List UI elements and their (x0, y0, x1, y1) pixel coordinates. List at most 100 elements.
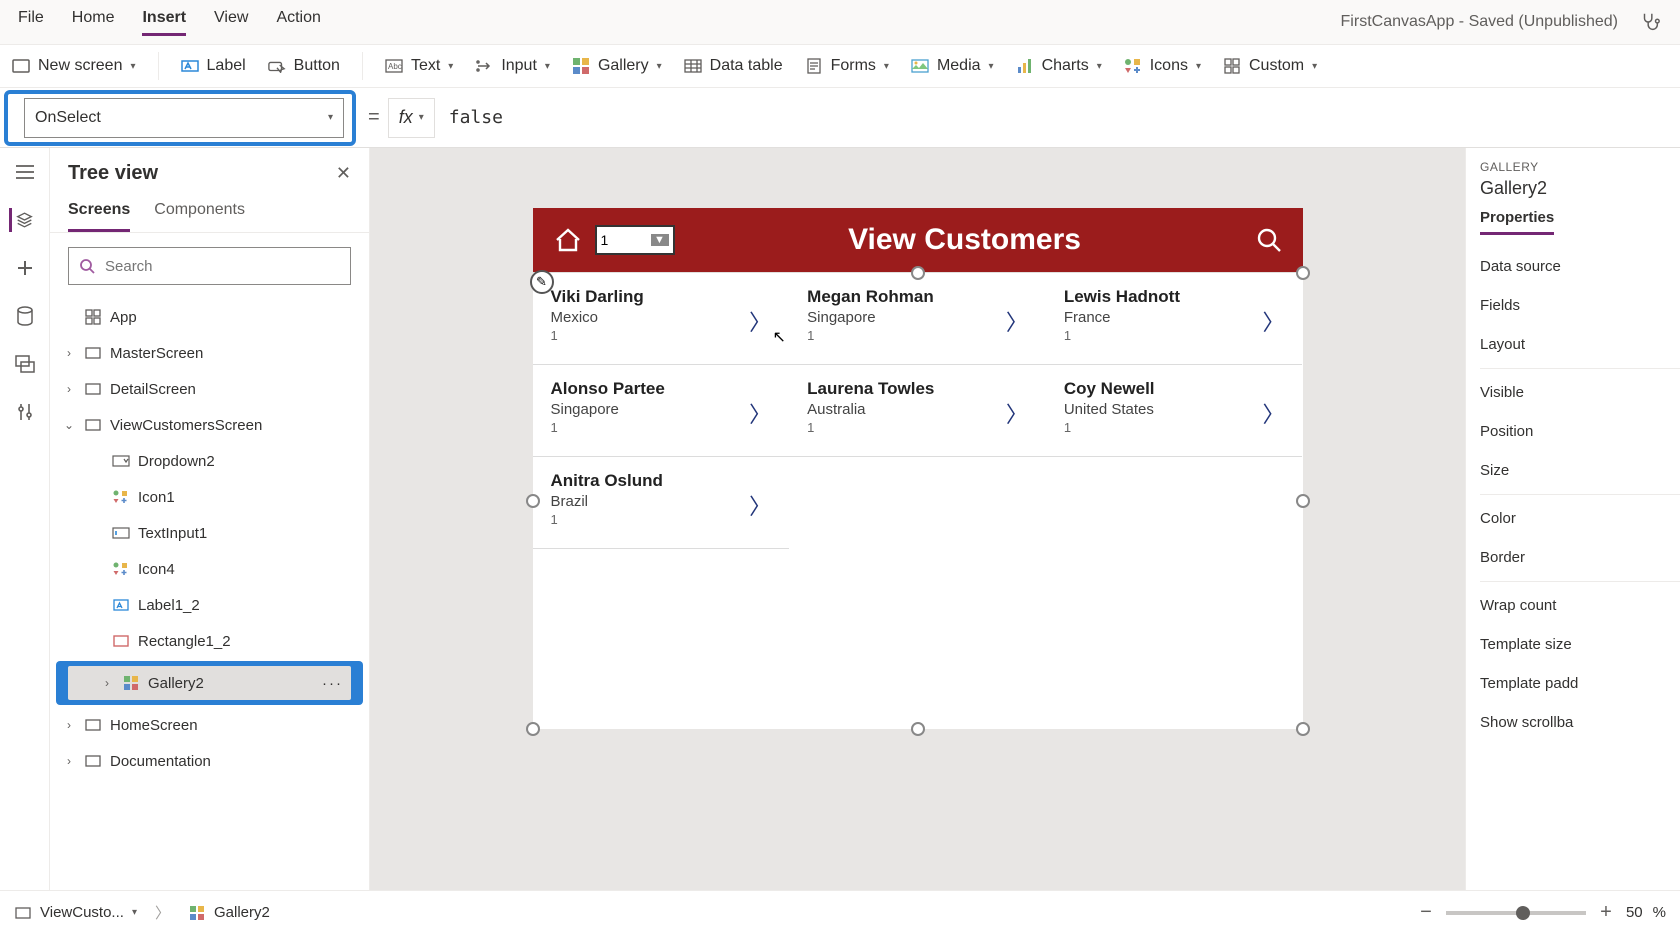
chevron-right-icon[interactable]: 〉 (749, 305, 771, 337)
tree-item[interactable]: Icon1 (50, 479, 369, 515)
chevron-right-icon[interactable]: 〉 (1262, 397, 1284, 429)
props-tab-properties[interactable]: Properties (1480, 209, 1554, 235)
property-row[interactable]: Color (1480, 499, 1680, 538)
property-row[interactable]: Visible (1480, 373, 1680, 412)
tree-item[interactable]: Dropdown2 (50, 443, 369, 479)
menu-home[interactable]: Home (72, 9, 115, 36)
customer-country: France (1064, 309, 1285, 326)
more-icon[interactable]: ··· (322, 675, 343, 692)
tree-item[interactable]: TextInput1 (50, 515, 369, 551)
tree-app-node[interactable]: App (50, 299, 369, 335)
property-row[interactable]: Wrap count (1480, 586, 1680, 625)
breadcrumb-selection[interactable]: Gallery2 (188, 904, 270, 921)
tree-item[interactable]: ›HomeScreen (50, 707, 369, 743)
property-row[interactable]: Data source (1480, 247, 1680, 286)
dropdown-control[interactable]: 1 ▼ (595, 225, 675, 255)
cursor-icon: ↖ (773, 327, 786, 347)
chevron-right-icon[interactable]: 〉 (749, 397, 771, 429)
gallery-item[interactable]: Laurena TowlesAustralia1〉 (789, 365, 1046, 457)
tree-item[interactable]: Rectangle1_2 (50, 623, 369, 659)
zoom-slider[interactable] (1446, 911, 1586, 915)
property-row[interactable]: Template size (1480, 625, 1680, 664)
resize-handle[interactable] (1296, 494, 1310, 508)
gallery-item[interactable]: Viki DarlingMexico1〉 (533, 273, 790, 365)
menu-file[interactable]: File (18, 9, 44, 36)
property-row[interactable]: Template padd (1480, 664, 1680, 703)
property-row[interactable]: Show scrollba (1480, 703, 1680, 742)
tree-item[interactable]: ›Documentation (50, 743, 369, 779)
rail-data-icon[interactable] (13, 304, 37, 328)
chevron-right-icon[interactable]: 〉 (749, 489, 771, 521)
rail-advanced-icon[interactable] (13, 400, 37, 424)
tree-search-box[interactable] (68, 247, 351, 285)
selection-badge[interactable]: ✎ (530, 270, 554, 294)
breadcrumb-screen[interactable]: ViewCusto... ▾ (14, 904, 137, 921)
gallery-item[interactable]: Megan RohmanSingapore1〉 (789, 273, 1046, 365)
tab-components[interactable]: Components (154, 191, 245, 232)
tree-item[interactable]: ›DetailScreen (50, 371, 369, 407)
resize-handle[interactable] (1296, 266, 1310, 280)
canvas-area[interactable]: 1 ▼ View Customers Viki DarlingMexico1〉M… (370, 148, 1465, 890)
resize-handle[interactable] (526, 494, 540, 508)
property-row[interactable]: Border (1480, 538, 1680, 577)
chevron-right-icon[interactable]: 〉 (1262, 305, 1284, 337)
gallery-menu[interactable]: Gallery▾ (572, 57, 662, 75)
property-row[interactable]: Layout (1480, 325, 1680, 364)
gallery-item[interactable]: Coy NewellUnited States1〉 (1046, 365, 1303, 457)
rail-insert-icon[interactable] (13, 256, 37, 280)
property-row[interactable]: Fields (1480, 286, 1680, 325)
icons-icon (1124, 57, 1142, 75)
property-row[interactable]: Position (1480, 412, 1680, 451)
separator (1480, 494, 1680, 495)
icons-menu[interactable]: Icons▾ (1124, 57, 1201, 75)
zoom-out-button[interactable]: − (1416, 901, 1436, 924)
button-button[interactable]: Button (268, 57, 340, 75)
customer-number: 1 (551, 420, 772, 435)
search-icon[interactable] (1255, 226, 1283, 254)
menu-insert[interactable]: Insert (142, 9, 186, 36)
tab-screens[interactable]: Screens (68, 191, 130, 232)
resize-handle[interactable] (911, 266, 925, 280)
rail-hamburger-icon[interactable] (13, 160, 37, 184)
fx-button[interactable]: fx▾ (388, 98, 435, 138)
customer-number: 1 (1064, 420, 1285, 435)
property-selector[interactable]: OnSelect ▾ (24, 98, 344, 138)
media-menu[interactable]: Media▾ (911, 57, 994, 75)
data-table-button[interactable]: Data table (684, 57, 783, 75)
tree-search-input[interactable] (105, 258, 340, 275)
input-menu[interactable]: Input▾ (475, 57, 550, 75)
top-menu-left: File Home Insert View Action (18, 9, 321, 36)
charts-menu[interactable]: Charts▾ (1016, 57, 1102, 75)
gallery-item[interactable]: Anitra OslundBrazil1〉 (533, 457, 790, 549)
customer-country: Mexico (551, 309, 772, 326)
forms-menu[interactable]: Forms▾ (805, 57, 889, 75)
tree-item[interactable]: Label1_2 (50, 587, 369, 623)
chevron-right-icon[interactable]: 〉 (1006, 397, 1028, 429)
close-panel-icon[interactable]: ✕ (336, 163, 351, 184)
new-screen-button[interactable]: New screen▾ (12, 57, 136, 75)
app-checker-icon[interactable] (1638, 10, 1662, 34)
menu-view[interactable]: View (214, 9, 248, 36)
text-menu[interactable]: Abc Text▾ (385, 57, 453, 75)
gallery-item[interactable]: Alonso ParteeSingapore1〉 (533, 365, 790, 457)
rail-treeview-icon[interactable] (9, 208, 33, 232)
gallery-control[interactable]: Viki DarlingMexico1〉Megan RohmanSingapor… (533, 272, 1303, 729)
customer-name: Coy Newell (1064, 379, 1285, 399)
chevron-right-icon[interactable]: 〉 (1006, 305, 1028, 337)
home-icon[interactable] (553, 226, 583, 254)
gallery-item[interactable]: Lewis HadnottFrance1〉 (1046, 273, 1303, 365)
tree-item[interactable]: Icon4 (50, 551, 369, 587)
zoom-in-button[interactable]: + (1596, 901, 1616, 924)
property-row[interactable]: Size (1480, 451, 1680, 490)
tree-item[interactable]: ⌄ViewCustomersScreen (50, 407, 369, 443)
resize-handle[interactable] (911, 722, 925, 736)
formula-input[interactable]: false (435, 107, 1680, 128)
resize-handle[interactable] (1296, 722, 1310, 736)
resize-handle[interactable] (526, 722, 540, 736)
tree-item-selected[interactable]: ›Gallery2··· (56, 661, 363, 705)
rail-media-icon[interactable] (13, 352, 37, 376)
custom-menu[interactable]: Custom▾ (1223, 57, 1317, 75)
tree-item[interactable]: ›MasterScreen (50, 335, 369, 371)
menu-action[interactable]: Action (276, 9, 320, 36)
label-button[interactable]: Label (181, 57, 246, 75)
